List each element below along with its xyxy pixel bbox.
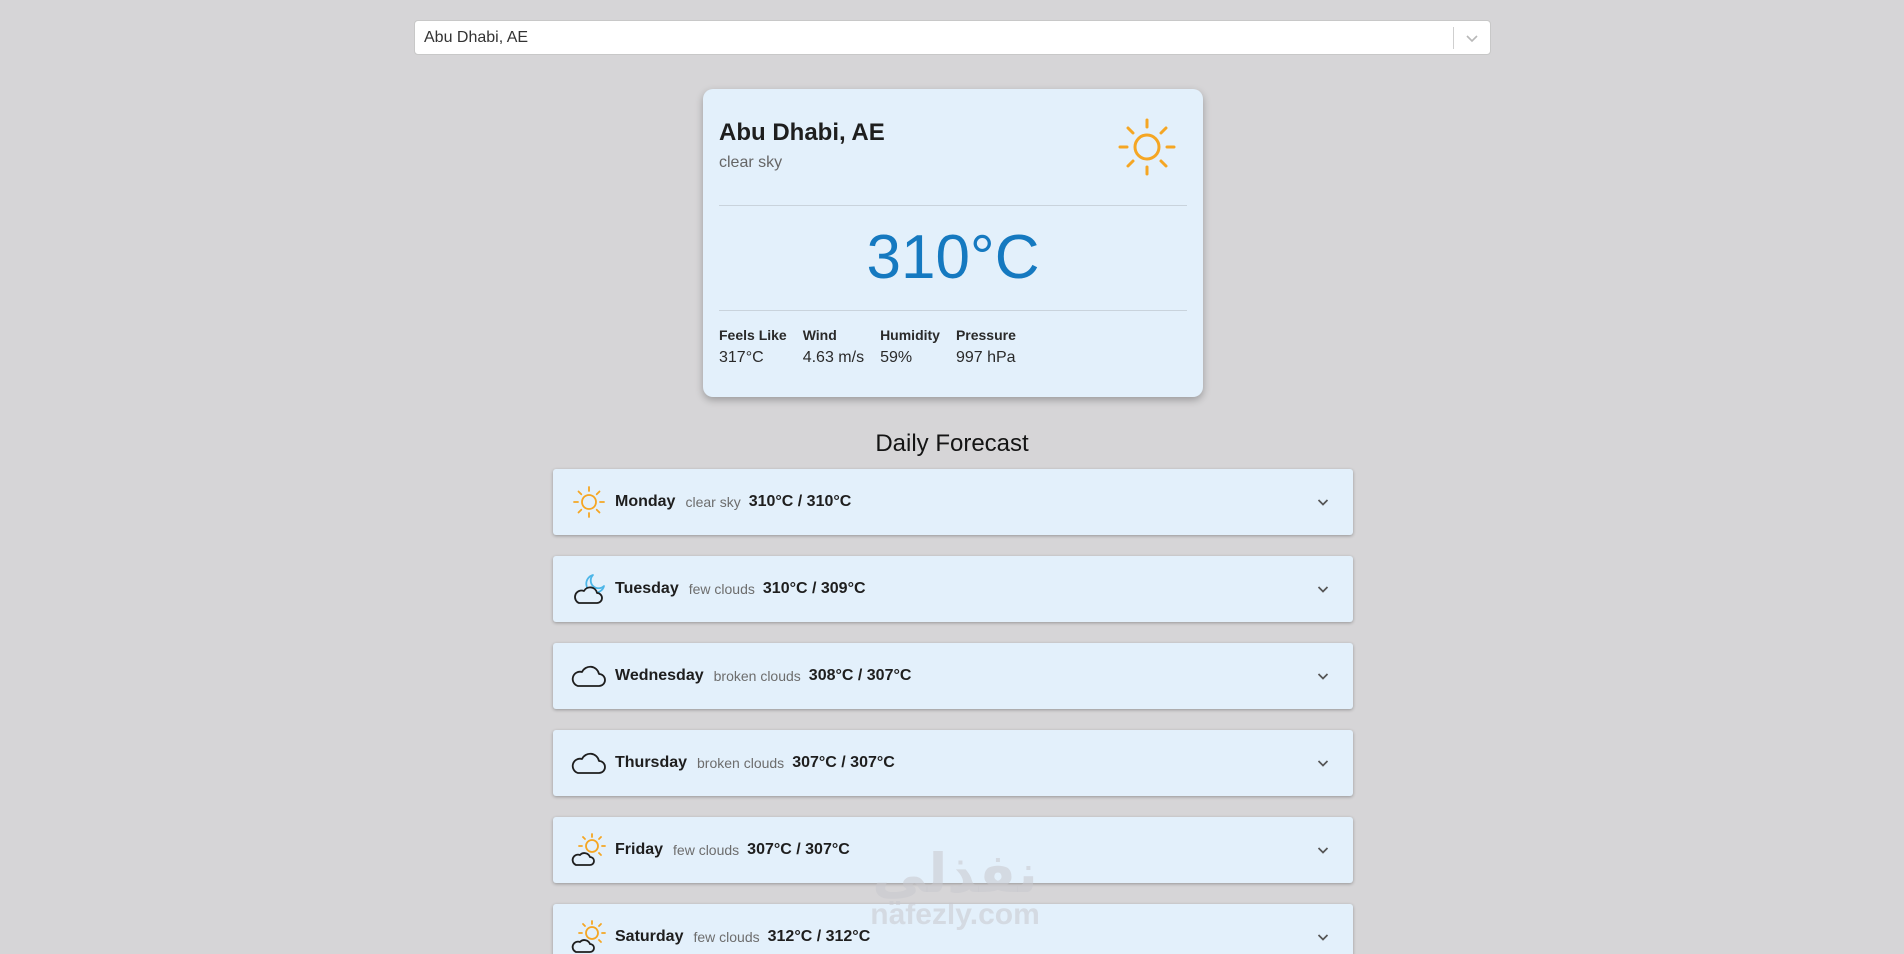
daily-forecast-title: Daily Forecast: [875, 430, 1029, 457]
forecast-item-wednesday[interactable]: Wednesday broken clouds 308°C / 307°C: [553, 643, 1353, 709]
chevron-down-icon[interactable]: [1315, 755, 1331, 771]
forecast-description: broken clouds: [697, 755, 785, 771]
detail-label: Wind: [802, 327, 837, 343]
forecast-day-name: Tuesday: [615, 580, 679, 597]
chevron-down-icon[interactable]: [1315, 929, 1331, 945]
forecast-description: clear sky: [685, 494, 741, 510]
detail-value: 59%: [880, 349, 913, 366]
card-divider-bottom: [719, 310, 1187, 311]
forecast-item-thursday[interactable]: Thursday broken clouds 307°C / 307°C: [553, 730, 1353, 796]
forecast-item-saturday[interactable]: Saturday few clouds 312°C / 312°C: [553, 904, 1353, 954]
sun-icon: [1117, 117, 1177, 177]
forecast-temps: 312°C / 312°C: [767, 928, 871, 945]
forecast-temps: 310°C / 309°C: [762, 580, 866, 597]
cloud-icon: [571, 658, 607, 694]
cloud-icon: [571, 745, 607, 781]
detail-value: 997 hPa: [955, 349, 1016, 366]
card-divider-top: [719, 205, 1187, 206]
detail-label: Feels Like: [719, 327, 787, 343]
current-weather-card: Abu Dhabi, AE clear sky 310°C Feels Like…: [703, 89, 1203, 397]
detail-feels-like: Feels Like 317°C: [719, 327, 787, 367]
weather-page: Abu Dhabi, AE Abu Dhabi, AE clear sky 31…: [0, 0, 1904, 954]
current-temperature: 310°C: [866, 223, 1040, 292]
city-search-value[interactable]: Abu Dhabi, AE: [415, 29, 1453, 47]
forecast-day-name: Saturday: [615, 928, 684, 945]
city-search-select[interactable]: Abu Dhabi, AE: [414, 20, 1491, 55]
forecast-item-monday[interactable]: Monday clear sky 310°C / 310°C: [553, 469, 1353, 535]
detail-label: Humidity: [880, 327, 940, 343]
forecast-item-tuesday[interactable]: Tuesday few clouds 310°C / 309°C: [553, 556, 1353, 622]
chevron-down-icon[interactable]: [1315, 494, 1331, 510]
sun-cloud-icon: [571, 919, 607, 954]
detail-value: 317°C: [719, 349, 764, 366]
chevron-down-icon[interactable]: [1454, 21, 1490, 54]
forecast-description: broken clouds: [713, 668, 801, 684]
forecast-item-friday[interactable]: Friday few clouds 307°C / 307°C: [553, 817, 1353, 883]
forecast-day-name: Monday: [615, 493, 676, 510]
sun-cloud-icon: [571, 832, 607, 868]
forecast-day-name: Friday: [615, 841, 664, 858]
sun-icon: [571, 484, 607, 520]
detail-humidity: Humidity 59%: [880, 327, 940, 367]
forecast-temps: 308°C / 307°C: [808, 667, 912, 684]
detail-label: Pressure: [955, 327, 1016, 343]
city-name: Abu Dhabi, AE: [719, 119, 885, 146]
detail-pressure: Pressure 997 hPa: [956, 327, 1016, 367]
weather-description: clear sky: [719, 154, 783, 171]
forecast-temps: 310°C / 310°C: [748, 493, 852, 510]
detail-value: 4.63 m/s: [802, 349, 865, 366]
chevron-down-icon[interactable]: [1315, 842, 1331, 858]
detail-wind: Wind 4.63 m/s: [803, 327, 864, 367]
forecast-temps: 307°C / 307°C: [747, 841, 850, 858]
chevron-down-icon[interactable]: [1315, 668, 1331, 684]
forecast-description: few clouds: [688, 581, 755, 597]
forecast-temps: 307°C / 307°C: [792, 754, 895, 771]
moon-cloud-icon: [571, 571, 607, 607]
forecast-description: few clouds: [673, 842, 740, 858]
forecast-description: few clouds: [693, 929, 760, 945]
weather-details: Feels Like 317°C Wind 4.63 m/s Humidity …: [719, 327, 1032, 367]
forecast-day-name: Wednesday: [615, 667, 704, 684]
forecast-day-name: Thursday: [615, 754, 688, 771]
chevron-down-icon[interactable]: [1315, 581, 1331, 597]
